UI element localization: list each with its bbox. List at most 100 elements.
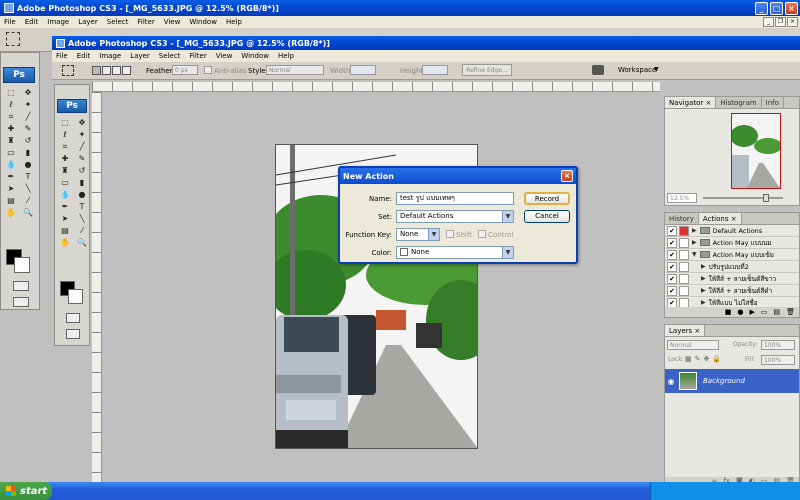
action-name-input[interactable]: test รูป แบบเทพๆ (396, 192, 514, 205)
new-action-icon[interactable]: ▤ (773, 308, 780, 316)
eyedropper-icon[interactable]: ⁄ (20, 195, 36, 206)
stamp-icon[interactable]: ♜ (57, 165, 73, 176)
outer-menu-layer[interactable]: Layer (78, 18, 98, 26)
dialog-toggle-icon[interactable] (679, 225, 689, 236)
brush-icon[interactable]: ✎ (74, 153, 90, 164)
blur-icon[interactable]: 💧 (57, 189, 73, 200)
action-row[interactable]: ✔ ▶ ให้สีส์ + ลายเซ็นต์สีดำ (665, 285, 799, 297)
width-input[interactable] (350, 65, 376, 75)
blur-icon[interactable]: 💧 (3, 159, 19, 170)
minimize-button[interactable]: _ (755, 1, 768, 15)
hand-icon[interactable]: ✋ (3, 207, 19, 218)
subtract-selection-icon[interactable] (112, 66, 121, 75)
lock-position-icon[interactable]: ✥ (704, 355, 710, 363)
checkmark-icon[interactable]: ✔ (667, 273, 677, 284)
dodge-icon[interactable]: ● (20, 159, 36, 170)
eraser-icon[interactable]: ▭ (3, 147, 19, 158)
type-icon[interactable]: T (74, 201, 90, 212)
outer-menu-window[interactable]: Window (189, 18, 217, 26)
trash-icon[interactable]: 🗑 (786, 308, 795, 316)
brush-icon[interactable]: ✎ (20, 123, 36, 134)
record-button[interactable]: Record (524, 192, 570, 205)
dialog-toggle-icon[interactable] (679, 237, 689, 248)
eraser-icon[interactable]: ▭ (57, 177, 73, 188)
tab-histogram[interactable]: Histogram (716, 97, 762, 108)
record-icon[interactable]: ● (737, 308, 743, 316)
layer-row-background[interactable]: ◉ Background (665, 369, 799, 393)
intersect-selection-icon[interactable] (122, 66, 131, 75)
color-select[interactable]: None ▼ (396, 246, 514, 259)
inner-menu-window[interactable]: Window (241, 52, 269, 60)
inner-menu-image[interactable]: Image (99, 52, 121, 60)
stop-icon[interactable]: ■ (725, 308, 732, 316)
action-set-row[interactable]: ✔ ▼ Action May แบบเข้ม (665, 249, 799, 261)
new-selection-icon[interactable] (92, 66, 101, 75)
inner-menu-filter[interactable]: Filter (189, 52, 206, 60)
screen-mode-icon[interactable] (13, 297, 29, 307)
outer-menu-select[interactable]: Select (107, 18, 129, 26)
magic-wand-icon[interactable]: ✦ (20, 99, 36, 110)
blend-mode-select[interactable]: Normal (667, 340, 719, 350)
checkmark-icon[interactable]: ✔ (667, 237, 677, 248)
doc-minimize-button[interactable]: _ (763, 17, 774, 27)
crop-icon[interactable]: ⌗ (57, 141, 73, 152)
marquee-tool-icon[interactable] (6, 32, 20, 46)
outer-menu-filter[interactable]: Filter (137, 18, 154, 26)
workspace-menu[interactable]: Workspace (618, 66, 656, 74)
outer-menu-file[interactable]: File (4, 18, 16, 26)
opacity-input[interactable]: 100% (761, 340, 795, 350)
marquee-icon[interactable]: ⬚ (57, 117, 73, 128)
marquee-tool-icon[interactable] (62, 65, 74, 76)
background-color-swatch[interactable] (68, 289, 83, 304)
checkmark-icon[interactable]: ✔ (667, 285, 677, 296)
notes-icon[interactable]: ▤ (57, 225, 73, 236)
zoom-icon[interactable]: 🔍 (74, 237, 90, 248)
dialog-toggle-icon[interactable] (679, 249, 689, 260)
slice-icon[interactable]: ╱ (74, 141, 90, 152)
zoom-slider-handle[interactable] (763, 194, 769, 202)
dialog-toggle-icon[interactable] (679, 273, 689, 284)
dialog-toggle-icon[interactable] (679, 285, 689, 296)
tab-layers[interactable]: Layers × (665, 325, 706, 336)
quick-mask-icon[interactable] (66, 313, 80, 323)
doc-close-button[interactable]: × (787, 17, 798, 27)
stamp-icon[interactable]: ♜ (3, 135, 19, 146)
navigator-thumbnail[interactable] (730, 113, 782, 189)
action-set-row[interactable]: ✔ ▶ Action May แบบนม (665, 237, 799, 249)
healing-icon[interactable]: ✚ (57, 153, 73, 164)
inner-menu-file[interactable]: File (56, 52, 68, 60)
add-selection-icon[interactable] (102, 66, 111, 75)
inner-menu-edit[interactable]: Edit (77, 52, 91, 60)
pen-icon[interactable]: ✒ (3, 171, 19, 182)
outer-menu-image[interactable]: Image (47, 18, 69, 26)
history-brush-icon[interactable]: ↺ (74, 165, 90, 176)
dialog-toggle-icon[interactable] (679, 297, 689, 308)
dialog-close-button[interactable]: × (561, 170, 573, 182)
zoom-input[interactable]: 12.5% (667, 193, 697, 203)
lasso-icon[interactable]: ℓ (57, 129, 73, 140)
eye-icon[interactable]: ◉ (665, 377, 677, 386)
fill-input[interactable]: 100% (761, 355, 795, 365)
lock-transparency-icon[interactable]: ▦ (685, 355, 692, 363)
path-select-icon[interactable]: ➤ (57, 213, 73, 224)
cancel-button[interactable]: Cancel (524, 210, 570, 223)
action-row[interactable]: ✔ ▶ ให้สีส์ + ลายเซ็นต์สีขาว (665, 273, 799, 285)
gradient-icon[interactable]: ▮ (74, 177, 90, 188)
marquee-icon[interactable]: ⬚ (3, 87, 19, 98)
chevron-down-icon[interactable]: ▼ (502, 211, 513, 222)
screen-mode-icon[interactable] (66, 329, 80, 339)
shift-checkbox[interactable] (446, 230, 454, 238)
outer-menu-help[interactable]: Help (226, 18, 242, 26)
move-icon[interactable]: ✥ (20, 87, 36, 98)
gradient-icon[interactable]: ▮ (20, 147, 36, 158)
type-icon[interactable]: T (20, 171, 36, 182)
tab-info[interactable]: Info (761, 97, 784, 108)
style-select[interactable]: Normal (266, 65, 324, 75)
background-color-swatch[interactable] (14, 257, 30, 273)
inner-menu-select[interactable]: Select (159, 52, 181, 60)
tab-actions[interactable]: Actions × (698, 213, 742, 224)
action-row[interactable]: ✔ ▶ ปรับรูปแบบที่2 (665, 261, 799, 273)
move-icon[interactable]: ✥ (74, 117, 90, 128)
function-key-select[interactable]: None ▼ (396, 228, 440, 241)
lock-all-icon[interactable]: 🔒 (712, 355, 721, 363)
